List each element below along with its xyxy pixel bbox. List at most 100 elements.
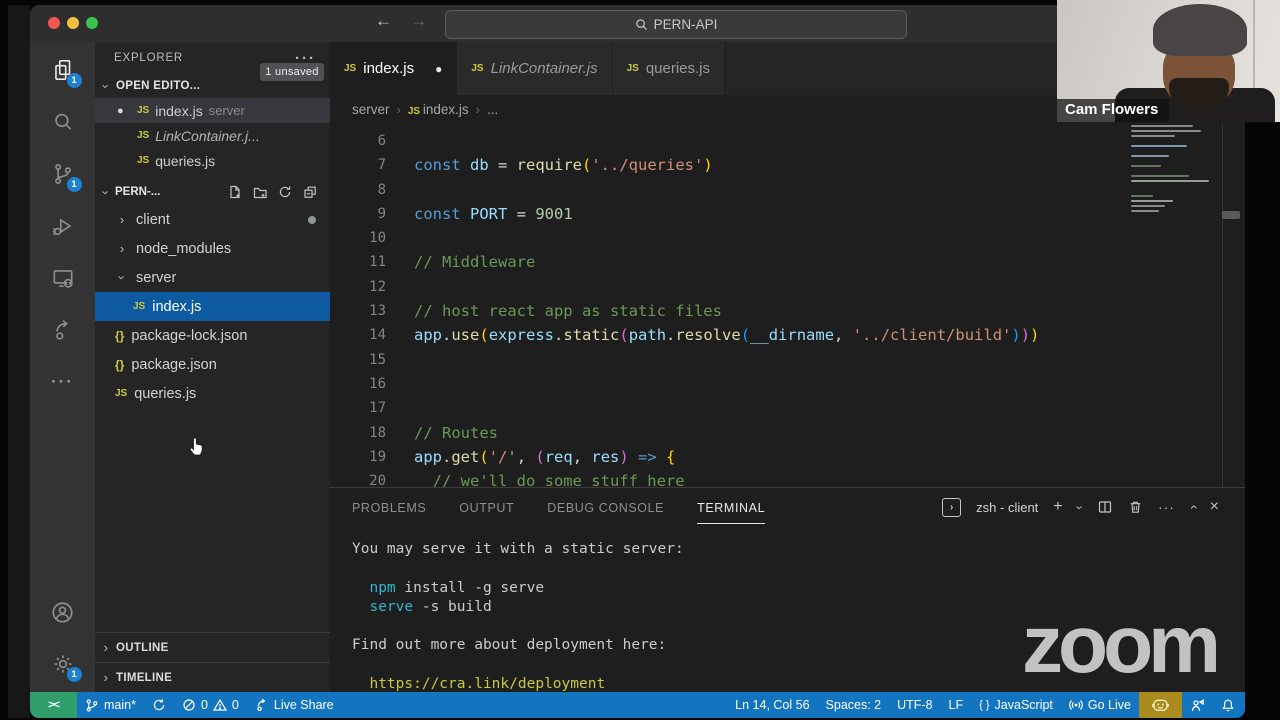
encoding-status[interactable]: UTF-8 <box>889 692 940 718</box>
more-views-icon[interactable]: ··· <box>49 368 77 396</box>
open-editor-item-LinkContainer.j...[interactable]: JS LinkContainer.j... <box>95 123 330 148</box>
kill-terminal-trash-icon[interactable] <box>1128 499 1143 515</box>
outline-section[interactable]: › OUTLINE <box>95 632 330 662</box>
code-line-20[interactable]: 20 // we'll do some stuff here <box>330 469 1245 487</box>
eol-status[interactable]: LF <box>941 692 972 718</box>
collapse-all-icon[interactable] <box>302 184 318 200</box>
indentation-status[interactable]: Spaces: 2 <box>818 692 890 718</box>
sidebar-bottom-sections: › OUTLINE › TIMELINE <box>95 632 330 692</box>
scrollbar-track[interactable] <box>1222 123 1223 487</box>
feedback-status[interactable] <box>1182 692 1213 718</box>
remote-indicator[interactable]: >< <box>30 692 77 718</box>
new-folder-icon[interactable] <box>252 184 268 200</box>
accounts-icon[interactable] <box>49 598 77 626</box>
unsaved-dot-icon[interactable]: ● <box>435 62 442 76</box>
code-line-17[interactable]: 17 <box>330 396 1245 420</box>
js-file-icon: JS <box>137 105 150 116</box>
tree-item-label: node_modules <box>136 240 232 257</box>
tree-item-client[interactable]: › client <box>95 205 330 234</box>
close-panel-icon[interactable]: × <box>1210 499 1219 515</box>
code-line-12[interactable]: 12 <box>330 275 1245 299</box>
code-token: '../queries' <box>591 156 704 175</box>
tab-queries.js[interactable]: JS queries.js <box>612 42 726 95</box>
breadcrumb-item-...[interactable]: ... <box>487 102 498 117</box>
terminal-dropdown-icon[interactable]: › <box>1072 505 1087 509</box>
code-line-13[interactable]: 13 // host react app as static files <box>330 299 1245 323</box>
maximize-panel-icon[interactable]: › <box>1184 505 1200 510</box>
mouse-hand-cursor <box>189 437 203 456</box>
code-line-19[interactable]: 19 app.get('/', (req, res) => { <box>330 445 1245 469</box>
code-line-10[interactable]: 10 <box>330 226 1245 250</box>
folder-root-header[interactable]: › PERN-... <box>95 179 330 205</box>
source-control-activity-icon[interactable]: 1 <box>49 160 82 192</box>
new-file-icon[interactable] <box>227 184 243 200</box>
terminal-shell-label[interactable]: zsh - client <box>976 500 1038 515</box>
search-icon <box>54 113 71 130</box>
line-number: 16 <box>369 375 386 392</box>
minimap[interactable] <box>1131 125 1217 485</box>
forward-arrow-icon[interactable]: → <box>410 11 427 31</box>
code-token: // host react app as static files <box>414 302 722 321</box>
timeline-section[interactable]: › TIMELINE <box>95 662 330 692</box>
breadcrumb-item-index.js[interactable]: JS index.js <box>408 102 469 117</box>
code-line-14[interactable]: 14 app.use(express.static(path.resolve(__… <box>330 323 1245 347</box>
code-line-18[interactable]: 18 // Routes <box>330 421 1245 445</box>
open-editors-header[interactable]: › OPEN EDITO... 1 unsaved <box>95 63 330 98</box>
code-line-8[interactable]: 8 <box>330 178 1245 202</box>
extension-smiley-status[interactable] <box>1139 692 1182 718</box>
explorer-activity-icon[interactable]: 1 <box>49 56 82 88</box>
new-terminal-icon[interactable]: + <box>1053 499 1062 515</box>
panel-more-actions-icon[interactable]: ··· <box>1158 500 1175 514</box>
tree-item-index.js[interactable]: JS index.js <box>95 292 330 321</box>
tab-index.js[interactable]: JS index.js ● <box>330 42 458 95</box>
settings-gear-icon[interactable]: 1 <box>49 650 82 682</box>
back-arrow-icon[interactable]: ← <box>375 11 392 31</box>
language-mode-status[interactable]: { } JavaScript <box>971 692 1061 718</box>
tree-item-package.json[interactable]: {} package.json <box>95 350 330 379</box>
run-debug-activity-icon[interactable] <box>49 212 77 240</box>
code-line-7[interactable]: 7 const db = require('../queries') <box>330 153 1245 177</box>
unsaved-count-badge: 1 unsaved <box>260 63 324 81</box>
code-editor[interactable]: 6 7 const db = require('../queries') 8 9 cons… <box>330 123 1245 487</box>
problems-status[interactable]: 0 0 <box>174 692 247 718</box>
code-line-15[interactable]: 15 <box>330 348 1245 372</box>
tree-item-queries.js[interactable]: JS queries.js <box>95 379 330 408</box>
scrollbar-thumb[interactable] <box>1222 211 1240 219</box>
panel-tab-debug-console[interactable]: DEBUG CONSOLE <box>547 491 664 524</box>
panel-tab-terminal[interactable]: TERMINAL <box>697 491 766 524</box>
panel-tab-output[interactable]: OUTPUT <box>459 491 514 524</box>
live-share-activity-icon[interactable] <box>49 316 77 344</box>
sync-status[interactable] <box>144 692 174 718</box>
tree-item-package-lock.json[interactable]: {} package-lock.json <box>95 321 330 350</box>
ellipsis-glyph: ··· <box>51 372 74 391</box>
command-center-search[interactable]: PERN-API <box>445 10 907 39</box>
git-branch-status[interactable]: main* <box>77 692 144 718</box>
split-terminal-icon[interactable] <box>1097 499 1113 515</box>
open-editor-item-queries.js[interactable]: JS queries.js <box>95 148 330 173</box>
live-share-status[interactable]: Live Share <box>247 692 342 718</box>
activity-bar-bottom: 1 <box>49 598 82 692</box>
remote-explorer-activity-icon[interactable] <box>49 264 77 292</box>
code-line-6[interactable]: 6 <box>330 129 1245 153</box>
tab-LinkContainer.js[interactable]: JS LinkContainer.js <box>457 42 613 95</box>
minimize-traffic-light[interactable] <box>67 17 79 29</box>
go-live-status[interactable]: Go Live <box>1061 692 1139 718</box>
panel-tab-problems[interactable]: PROBLEMS <box>352 491 426 524</box>
tree-item-node_modules[interactable]: › node_modules <box>95 234 330 263</box>
zoom-traffic-light[interactable] <box>86 17 98 29</box>
open-editor-item-index.js[interactable]: ● JS index.js server <box>95 98 330 123</box>
code-line-11[interactable]: 11 // Middleware <box>330 250 1245 274</box>
cursor-position-status[interactable]: Ln 14, Col 56 <box>727 692 817 718</box>
code-token: install -g serve <box>395 579 545 596</box>
search-activity-icon[interactable] <box>49 108 77 136</box>
js-file-icon: JS <box>407 105 423 117</box>
refresh-icon[interactable] <box>277 184 293 200</box>
unsaved-dot-icon: ● <box>117 104 124 117</box>
breadcrumb-item-server[interactable]: server <box>352 102 390 117</box>
notifications-status[interactable] <box>1213 692 1243 718</box>
close-traffic-light[interactable] <box>48 17 60 29</box>
tree-item-server[interactable]: › server <box>95 263 330 292</box>
code-line-16[interactable]: 16 <box>330 372 1245 396</box>
code-line-9[interactable]: 9 const PORT = 9001 <box>330 202 1245 226</box>
participant-beard <box>1169 78 1229 108</box>
